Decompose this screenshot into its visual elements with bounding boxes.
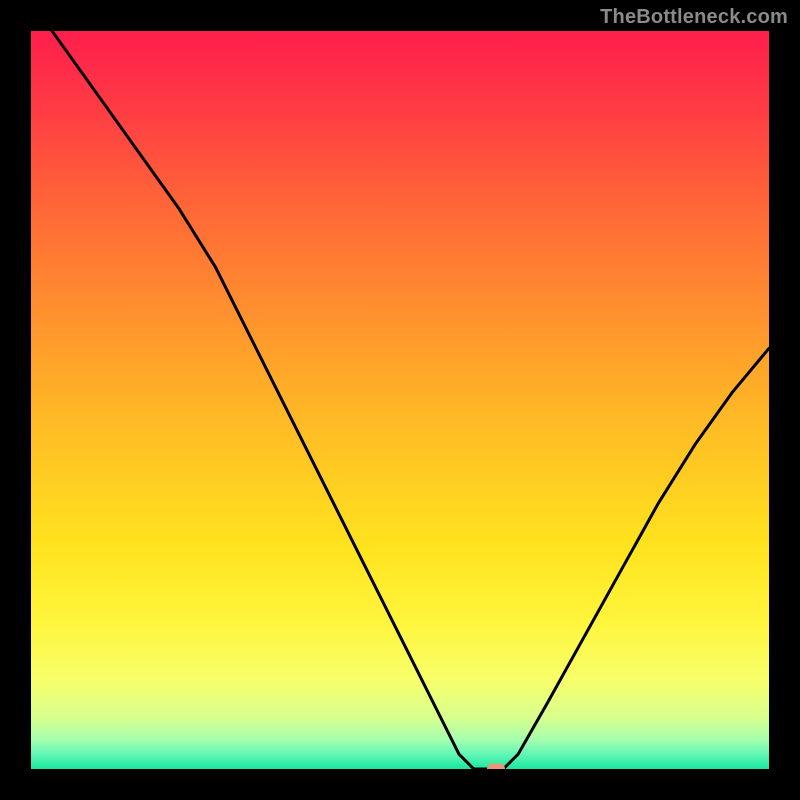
chart-frame: TheBottleneck.com xyxy=(0,0,800,800)
watermark: TheBottleneck.com xyxy=(600,6,788,29)
plot-area xyxy=(31,31,769,769)
heat-gradient xyxy=(31,31,769,769)
optimal-marker xyxy=(487,764,505,770)
